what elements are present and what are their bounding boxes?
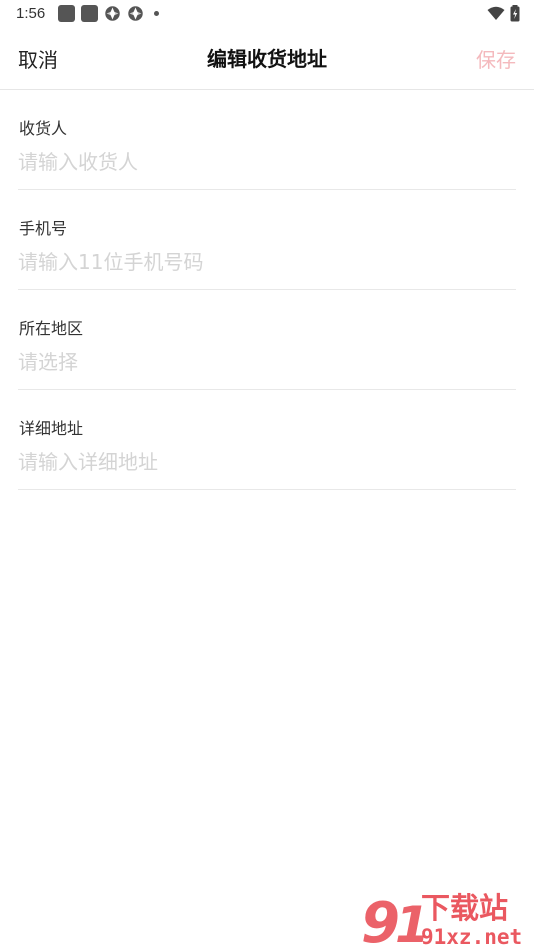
status-bar: 1:56 <box>0 0 534 28</box>
recipient-input[interactable] <box>18 150 516 174</box>
address-label: 详细地址 <box>19 419 84 438</box>
save-button[interactable]: 保存 <box>476 44 516 73</box>
phone-field-row: 手机号 <box>18 190 516 290</box>
navigation-header: 取消 编辑收货地址 保存 <box>0 28 534 90</box>
region-select[interactable] <box>18 350 516 374</box>
aperture-icon <box>128 6 143 21</box>
watermark-logo: 9 1 下载站 91xz.net <box>361 891 522 950</box>
battery-charging-icon <box>510 5 520 22</box>
app-notification-icon <box>81 5 98 22</box>
recipient-field-row: 收货人 <box>18 90 516 190</box>
watermark-domain: 91xz.net <box>421 925 522 949</box>
status-time: 1:56 <box>16 5 46 22</box>
app-notification-icon <box>58 5 75 22</box>
region-field-row[interactable]: 所在地区 <box>18 290 516 390</box>
notification-icons <box>58 5 159 22</box>
wifi-icon <box>487 6 505 20</box>
page-title: 编辑收货地址 <box>207 47 327 71</box>
region-label: 所在地区 <box>19 319 84 338</box>
address-input[interactable] <box>18 450 516 474</box>
phone-label: 手机号 <box>19 219 68 238</box>
system-icons <box>487 5 520 22</box>
aperture-icon <box>105 6 120 21</box>
more-notifications-dot-icon <box>154 11 159 16</box>
address-form: 收货人 手机号 所在地区 详细地址 <box>18 90 516 490</box>
address-field-row: 详细地址 <box>18 390 516 490</box>
recipient-label: 收货人 <box>19 119 68 138</box>
watermark-brand: 下载站 <box>421 891 508 925</box>
phone-input[interactable] <box>18 250 516 274</box>
